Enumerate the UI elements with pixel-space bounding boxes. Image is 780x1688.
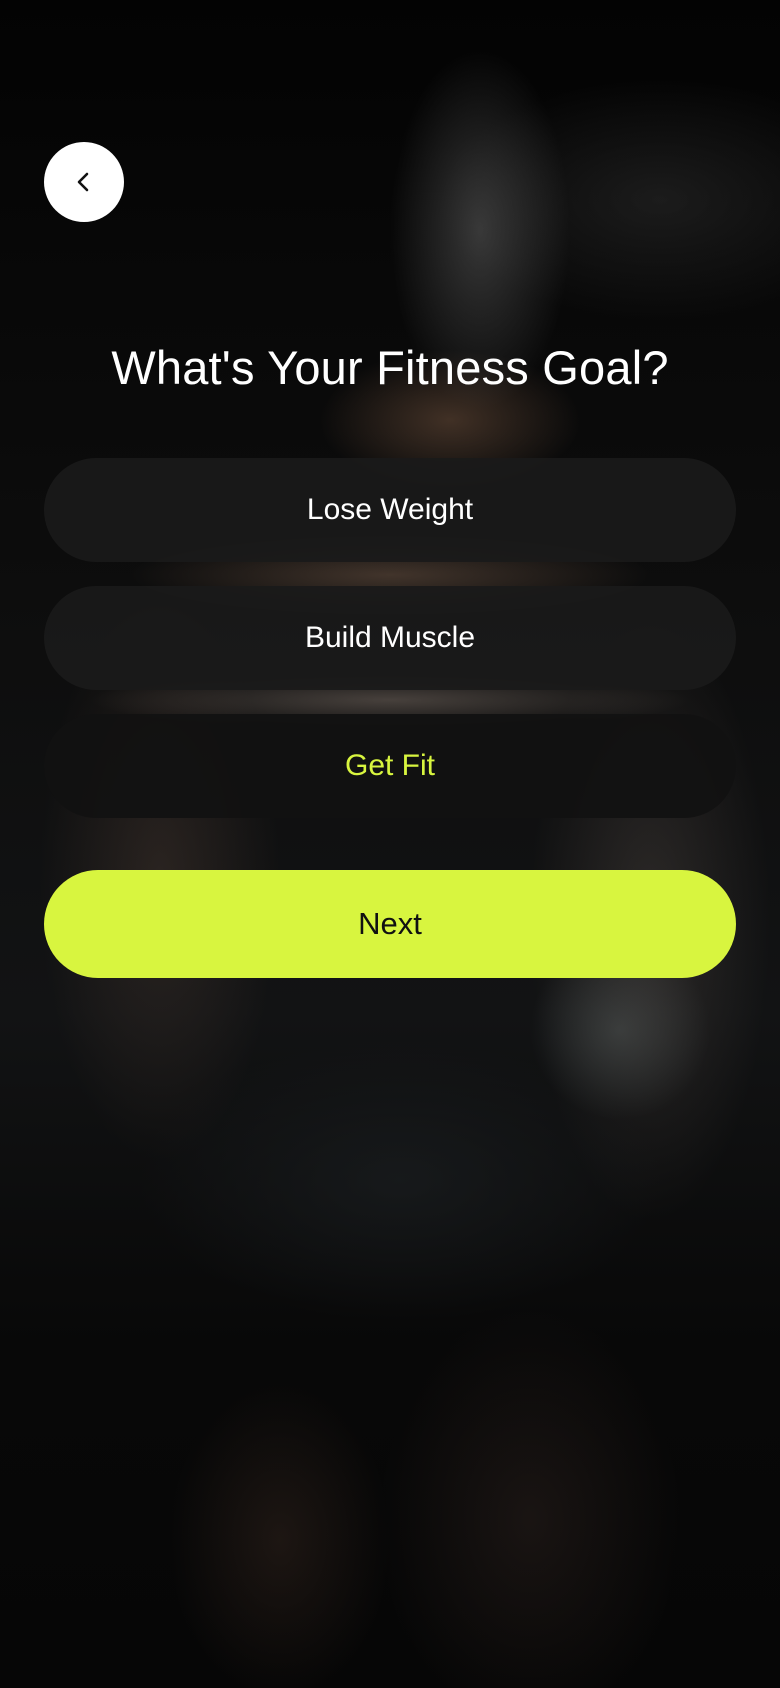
goal-option-build-muscle[interactable]: Build Muscle [44, 586, 736, 690]
goal-option-lose-weight[interactable]: Lose Weight [44, 458, 736, 562]
blurred-gym-background [0, 0, 780, 1688]
goal-option-label: Build Muscle [304, 621, 476, 654]
goal-option-get-fit[interactable]: Get Fit [44, 714, 736, 818]
back-button[interactable] [44, 142, 124, 222]
next-button[interactable]: Next [44, 870, 736, 978]
goal-option-label: Get Fit [344, 749, 435, 782]
page-title: What's Your Fitness Goal? [111, 341, 669, 394]
fitness-goal-screen: What's Your Fitness Goal? Lose Weight Bu… [0, 0, 780, 1688]
chevron-left-icon [70, 168, 98, 196]
goal-option-label: Lose Weight [306, 493, 474, 526]
